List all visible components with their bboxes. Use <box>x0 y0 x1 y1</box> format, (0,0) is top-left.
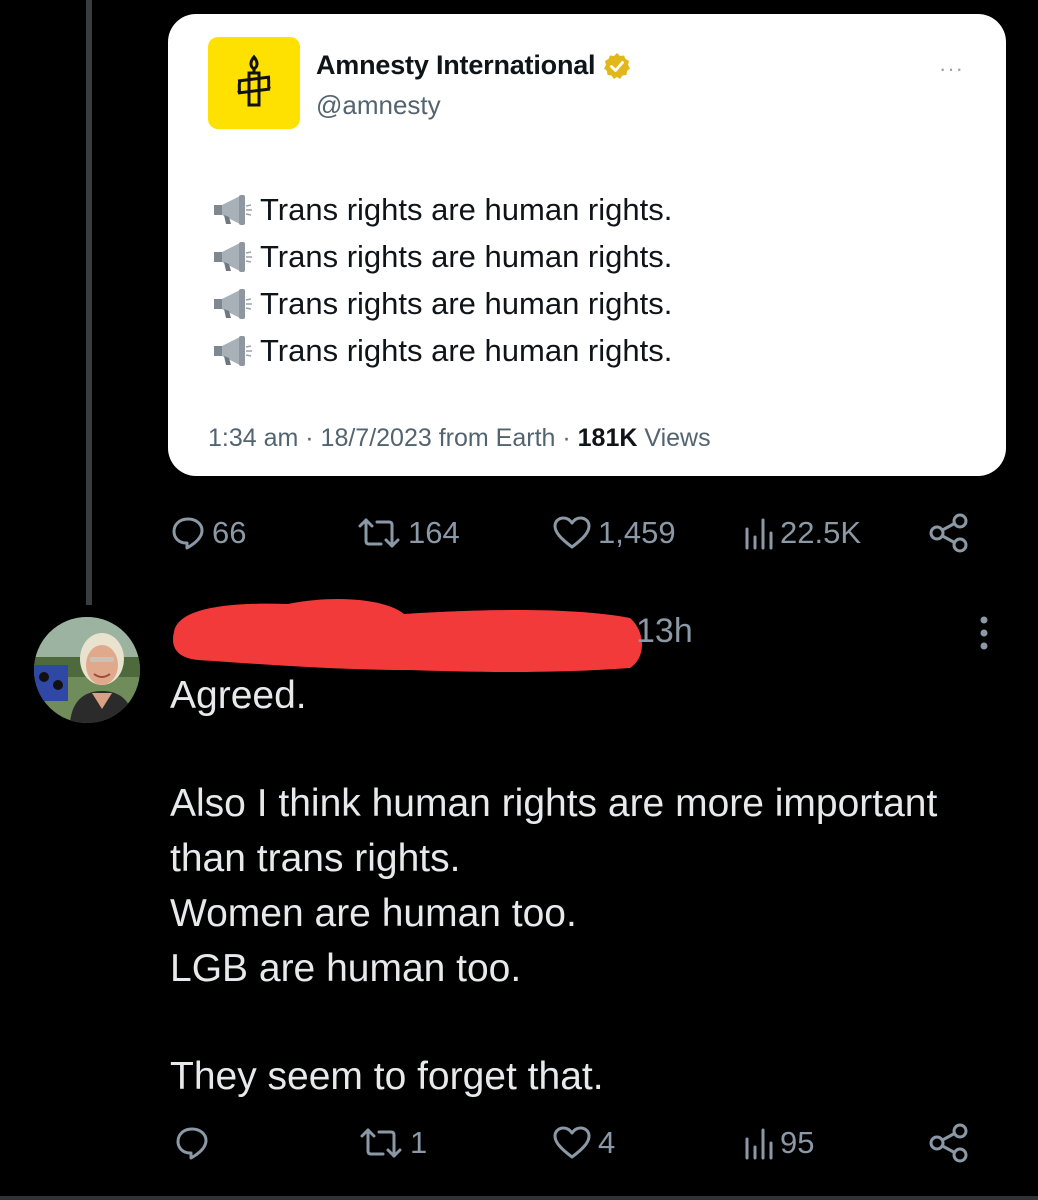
repost-count: 164 <box>408 515 460 550</box>
repost-icon <box>360 1128 402 1158</box>
share-button[interactable] <box>928 508 970 558</box>
tweet-body: Trans rights are human rights. Trans rig… <box>210 186 672 374</box>
tweet-line-text: Trans rights are human rights. <box>260 332 673 368</box>
redaction-scribble <box>173 599 642 672</box>
repost-count: 1 <box>410 1125 428 1160</box>
reply-action-bar: 1 4 95 <box>170 1118 980 1168</box>
reply-count: 66 <box>212 515 247 550</box>
tweet-line-text: Trans rights are human rights. <box>260 238 673 274</box>
share-icon <box>929 513 968 553</box>
display-name-text[interactable]: Amnesty International <box>316 50 596 81</box>
account-display-name[interactable]: Amnesty International <box>316 50 631 81</box>
views-icon <box>745 1128 773 1160</box>
reply-icon <box>176 1127 208 1160</box>
reply-button[interactable]: 66 <box>170 508 246 558</box>
tweet-line-text: Trans rights are human rights. <box>260 191 673 227</box>
reply-line-blank <box>170 996 1010 1049</box>
views-count-stat: 95 <box>780 1125 815 1160</box>
megaphone-icon <box>214 335 252 366</box>
account-handle[interactable]: @amnesty <box>316 90 441 121</box>
amnesty-candle-logo[interactable] <box>208 37 300 129</box>
quoted-tweet-card[interactable]: Amnesty International @amnesty ··· Trans… <box>168 14 1006 476</box>
megaphone-icon <box>214 241 252 272</box>
like-icon <box>553 516 591 549</box>
reply-line-blank <box>170 723 1010 776</box>
repost-button[interactable]: 1 <box>358 1118 427 1168</box>
tweet-meta: 1:34 am · 18/7/2023 from Earth · 181K Vi… <box>208 424 711 453</box>
more-vertical-icon[interactable] <box>972 612 996 656</box>
reply-body: Agreed. Also I think human rights are mo… <box>170 668 1010 1104</box>
tweet-line: Trans rights are human rights. <box>210 186 672 233</box>
like-icon <box>553 1126 591 1159</box>
reply-timestamp[interactable]: 13h <box>636 612 693 651</box>
tweet-line: Trans rights are human rights. <box>210 280 672 327</box>
views-icon <box>745 518 773 550</box>
repost-button[interactable]: 164 <box>356 508 460 558</box>
megaphone-icon <box>214 194 252 225</box>
like-count: 4 <box>598 1125 616 1160</box>
reply-line: LGB are human too. <box>170 947 522 990</box>
reply-icon <box>172 517 204 550</box>
reply-line: than trans rights. <box>170 837 461 880</box>
reply-line: Women are human too. <box>170 892 577 935</box>
megaphone-icon <box>214 288 252 319</box>
tweet-timestamp[interactable]: 1:34 am · 18/7/2023 from Earth · <box>208 424 578 452</box>
reply-button[interactable] <box>174 1118 216 1168</box>
tweet-line-text: Trans rights are human rights. <box>260 285 673 321</box>
views-count-stat: 22.5K <box>780 515 862 550</box>
tweet-line: Trans rights are human rights. <box>210 327 672 374</box>
like-button[interactable]: 4 <box>552 1118 615 1168</box>
views-count: 181K <box>577 424 638 452</box>
parent-action-bar: 66 164 1,459 22.5K <box>170 508 980 558</box>
tweet-line: Trans rights are human rights. <box>210 233 672 280</box>
reply-line: They seem to forget that. <box>170 1055 604 1098</box>
thread-connector-line <box>86 0 92 605</box>
views-button[interactable]: 22.5K <box>744 508 861 558</box>
more-options-icon[interactable]: ··· <box>939 56 964 82</box>
views-button[interactable]: 95 <box>744 1118 814 1168</box>
avatar[interactable] <box>34 617 140 723</box>
verified-badge-icon <box>604 52 631 79</box>
bottom-divider <box>0 1196 1038 1200</box>
like-count: 1,459 <box>598 515 676 550</box>
share-icon <box>929 1123 968 1163</box>
repost-icon <box>358 518 400 548</box>
share-button[interactable] <box>928 1118 970 1168</box>
reply-line: Also I think human rights are more impor… <box>170 782 938 825</box>
reply-line: Agreed. <box>170 674 307 717</box>
like-button[interactable]: 1,459 <box>552 508 676 558</box>
views-label: Views <box>637 424 711 452</box>
